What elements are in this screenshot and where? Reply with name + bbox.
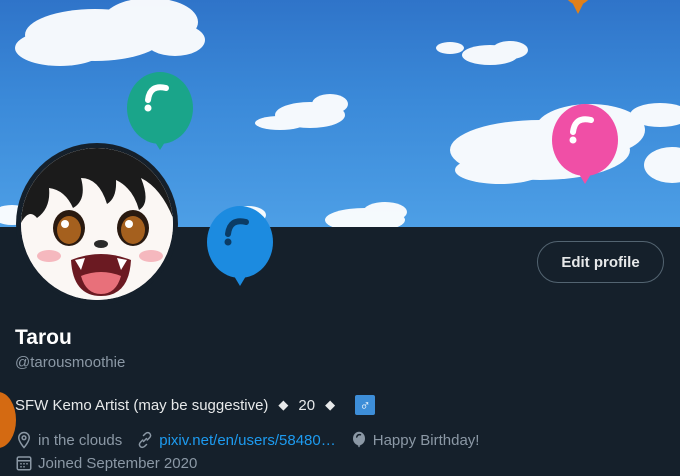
display-name: Tarou bbox=[15, 326, 72, 349]
profile-bio: SFW Kemo Artist (may be suggestive) ◆ 20… bbox=[15, 395, 376, 415]
profile-meta: in the clouds pixiv.net/en/users/58480… … bbox=[15, 431, 493, 449]
bio-age: 20 bbox=[298, 396, 316, 414]
balloon-icon bbox=[352, 431, 365, 448]
birthday-item: Happy Birthday! bbox=[350, 431, 480, 449]
avatar[interactable] bbox=[16, 143, 178, 305]
balloon-teal-icon bbox=[127, 72, 193, 150]
avatar-image bbox=[21, 148, 173, 300]
male-sign-icon: ♂ bbox=[355, 395, 376, 415]
website-link[interactable]: pixiv.net/en/users/58480… bbox=[159, 432, 336, 449]
link-icon bbox=[138, 431, 152, 449]
location-pin-icon bbox=[17, 431, 31, 449]
joined-text: Joined September 2020 bbox=[38, 454, 198, 472]
location-item: in the clouds bbox=[15, 431, 122, 449]
website-item[interactable]: pixiv.net/en/users/58480… bbox=[136, 431, 336, 449]
user-handle: @tarousmoothie bbox=[15, 354, 126, 371]
balloon-orange-icon bbox=[567, 0, 589, 14]
calendar-icon bbox=[16, 456, 32, 471]
bio-separator: ◆ bbox=[325, 397, 336, 412]
edit-profile-button[interactable]: Edit profile bbox=[537, 241, 664, 283]
birthday-text: Happy Birthday! bbox=[372, 431, 480, 449]
bio-text: SFW Kemo Artist (may be suggestive) bbox=[15, 396, 269, 414]
joined-item: Joined September 2020 bbox=[15, 454, 197, 472]
balloon-blue-icon bbox=[207, 206, 273, 286]
bio-separator: ◆ bbox=[278, 397, 289, 412]
location-text: in the clouds bbox=[38, 431, 123, 449]
